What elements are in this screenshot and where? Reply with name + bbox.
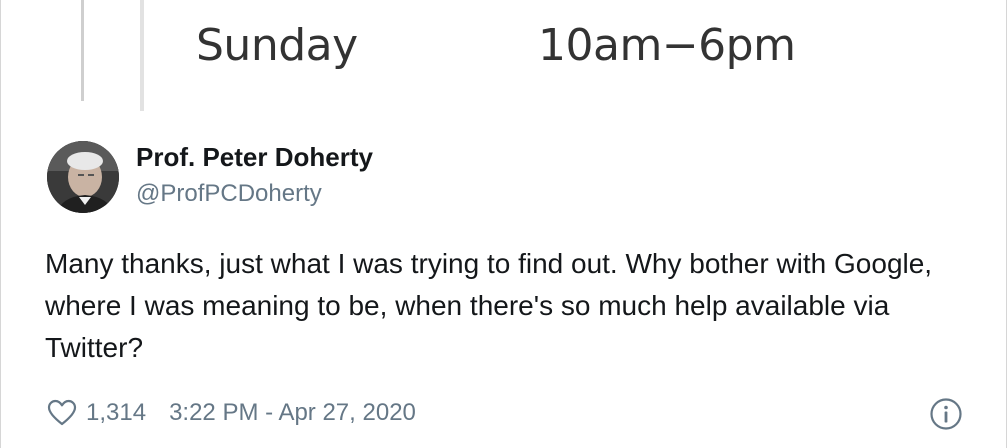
tweet-footer: 1,314 3:22 PM - Apr 27, 2020 [47, 393, 416, 433]
quote-border [81, 0, 84, 101]
info-icon[interactable] [929, 397, 963, 431]
hours-day-label: Sunday [196, 20, 358, 71]
tweet-text: Many thanks, just what I was trying to f… [45, 248, 933, 363]
like-count: 1,314 [86, 399, 147, 426]
quoted-hours-card [81, 0, 144, 112]
author-handle[interactable]: @ProfPCDoherty [136, 180, 322, 208]
like-button[interactable]: 1,314 [47, 399, 146, 427]
hours-time-label: 10am−6pm [538, 20, 796, 71]
tweet-embed: Sunday 10am−6pm Prof. Peter Doherty @Pro… [0, 0, 1007, 448]
heart-outline-icon [47, 399, 77, 426]
avatar[interactable] [47, 141, 119, 213]
profile-photo-icon [47, 141, 119, 213]
tweet-timestamp[interactable]: 3:22 PM - Apr 27, 2020 [169, 399, 416, 427]
author-name[interactable]: Prof. Peter Doherty [136, 142, 373, 173]
hours-table-divider [140, 0, 144, 111]
